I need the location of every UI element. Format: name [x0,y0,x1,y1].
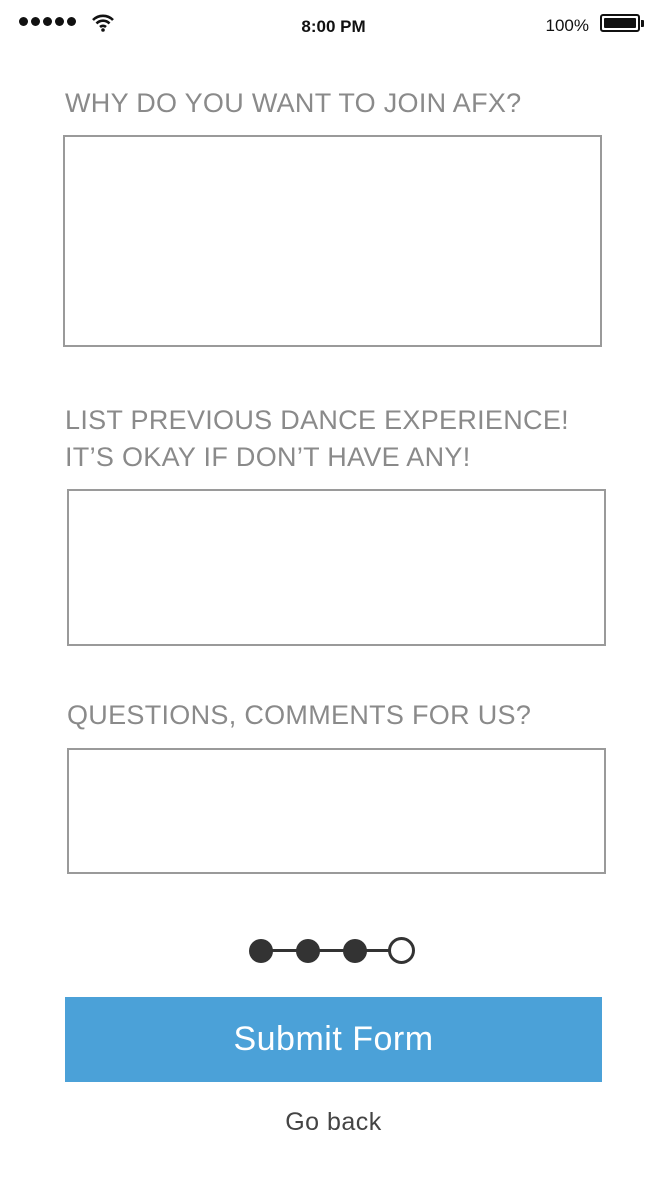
question-experience-label-line2: IT’S OKAY IF DON’T HAVE ANY! [65,442,471,472]
step-dot-completed [249,939,273,963]
join-reason-field[interactable] [63,135,602,347]
battery-icon [600,14,644,32]
question-comments-label: QUESTIONS, COMMENTS FOR US? [67,700,532,730]
progress-stepper [249,936,417,966]
go-back-link[interactable]: Go back [0,1108,667,1137]
status-bar: 8:00 PM 100% [0,0,667,50]
battery-percent: 100% [545,16,589,35]
dance-experience-field[interactable] [67,489,606,646]
question-experience-label-line1: LIST PREVIOUS DANCE EXPERIENCE! [65,405,569,435]
step-dot-current [388,937,415,964]
stepper-line [261,949,403,952]
comments-field[interactable] [67,748,606,874]
step-dot-completed [296,939,320,963]
step-dot-completed [343,939,367,963]
question-join-label: WHY DO YOU WANT TO JOIN AFX? [65,88,522,118]
submit-form-button[interactable]: Submit Form [65,997,602,1082]
